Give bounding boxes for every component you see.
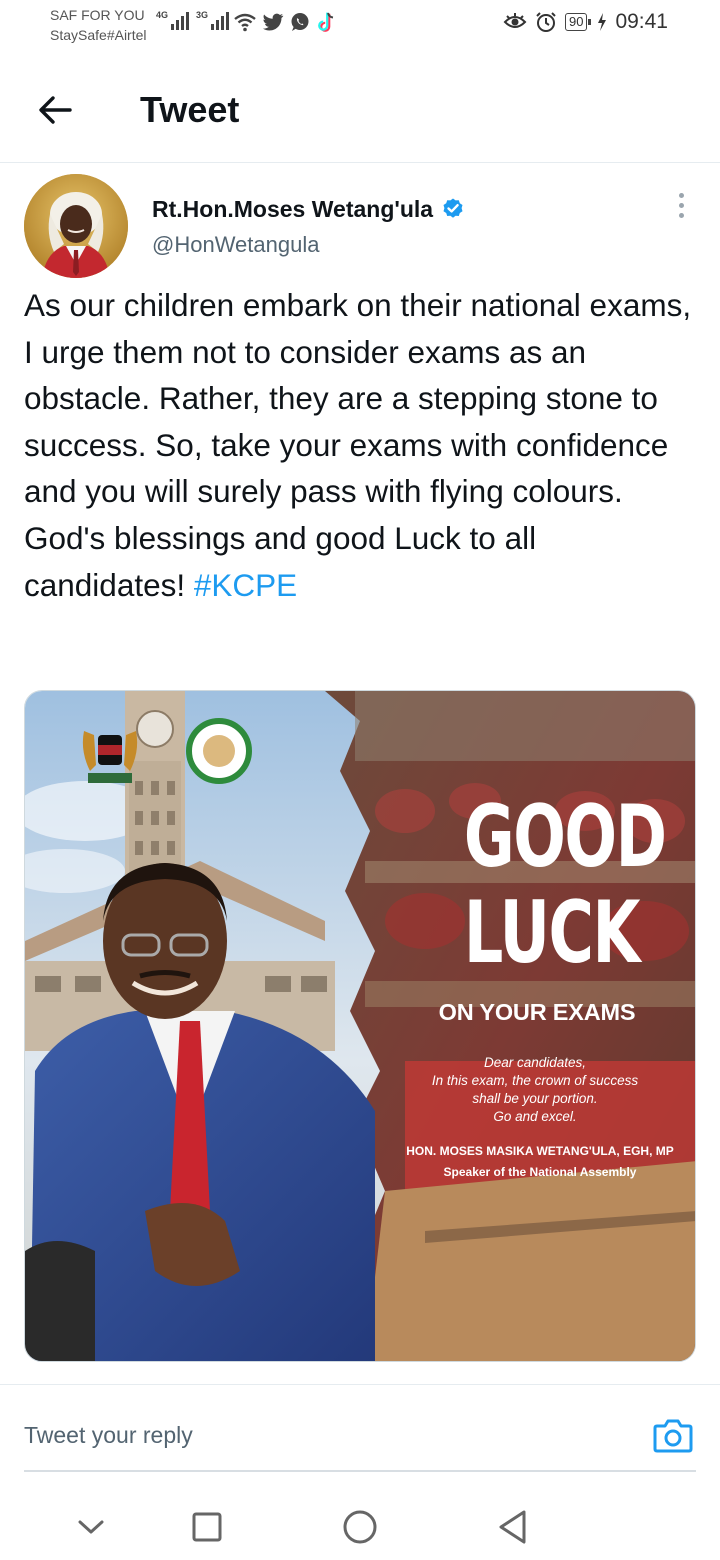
top-app-bar: Tweet (0, 58, 720, 163)
signal-3g-label: 3G (196, 10, 209, 20)
triangle-back-icon (499, 1510, 526, 1544)
tiktok-icon (318, 12, 334, 32)
battery-indicator: 90 (564, 13, 593, 31)
whatsapp-icon (291, 13, 309, 31)
system-nav-bar (0, 1490, 720, 1560)
back-button[interactable] (30, 88, 80, 132)
signal-3g-icon: 3G (196, 10, 230, 30)
tweet-image[interactable]: GOOD LUCK ON YOUR EXAMS Dear candidates,… (24, 690, 696, 1362)
hashtag-link[interactable]: #KCPE (194, 567, 297, 603)
verified-badge-icon (443, 198, 463, 218)
chevron-down-icon (78, 1520, 104, 1534)
nav-home-button[interactable] (335, 1502, 385, 1552)
signal-4g-icon: 4G (156, 10, 190, 30)
wifi-icon (234, 13, 256, 32)
more-options-button[interactable] (664, 188, 698, 222)
author-name-text: Rt.Hon.Moses Wetang'ula (152, 196, 434, 222)
eye-comfort-icon (503, 13, 527, 28)
square-icon (192, 1512, 222, 1542)
arrow-left-icon (39, 96, 72, 124)
nav-collapse-button[interactable] (66, 1502, 116, 1552)
carrier-line-2: StaySafe#Airtel (50, 27, 147, 43)
nav-recents-button[interactable] (182, 1502, 232, 1552)
twitter-bird-icon (262, 13, 284, 31)
page-title: Tweet (140, 89, 240, 130)
reply-underline (24, 1470, 696, 1472)
camera-button[interactable] (652, 1414, 694, 1456)
good-luck-poster-image (25, 691, 695, 1361)
tweet-body: As our children embark on their national… (24, 287, 692, 603)
nav-back-button[interactable] (488, 1502, 538, 1552)
author-handle[interactable]: @HonWetangula (152, 230, 319, 260)
signal-4g-label: 4G (156, 10, 169, 20)
author-name[interactable]: Rt.Hon.Moses Wetang'ula (152, 194, 465, 224)
author-avatar[interactable] (24, 174, 128, 278)
circle-icon (343, 1510, 377, 1544)
avatar-image (24, 174, 128, 278)
carrier-line-1: SAF FOR YOU (50, 7, 145, 23)
carrier-label: SAF FOR YOU StaySafe#Airtel (50, 5, 147, 45)
tweet-text: As our children embark on their national… (24, 282, 704, 608)
more-vertical-icon (678, 192, 684, 218)
status-time: 09:41 (615, 10, 668, 33)
alarm-icon (536, 12, 556, 32)
reply-divider (0, 1384, 720, 1385)
camera-icon (653, 1419, 693, 1453)
status-right-group: 90 09:41 (503, 10, 668, 34)
reply-input[interactable] (24, 1418, 624, 1452)
status-bar: SAF FOR YOU StaySafe#Airtel 4G 3G 90 09:… (0, 0, 720, 48)
charging-bolt-icon (598, 13, 607, 31)
